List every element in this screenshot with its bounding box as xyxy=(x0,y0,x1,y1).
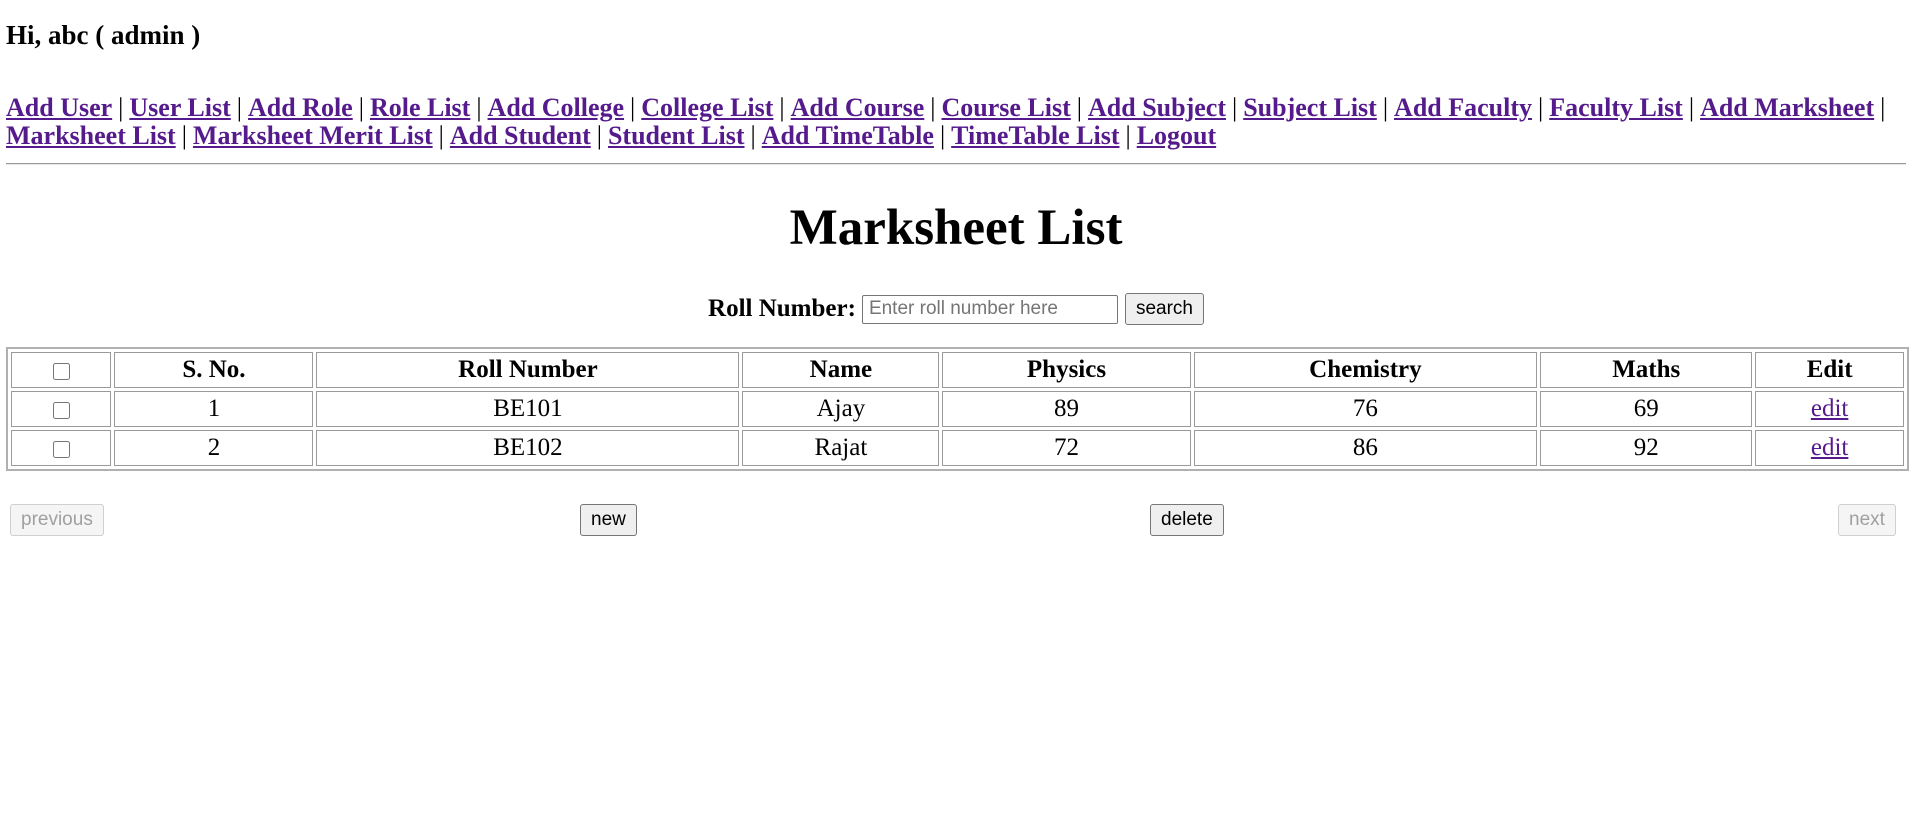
nav-separator: | xyxy=(1880,93,1886,122)
cell-physics: 72 xyxy=(942,430,1191,466)
header-physics: Physics xyxy=(942,352,1191,388)
nav-course-list[interactable]: Course List xyxy=(942,93,1071,122)
cell-name: Rajat xyxy=(742,430,940,466)
nav-separator: | xyxy=(476,93,482,122)
nav-subject-list[interactable]: Subject List xyxy=(1243,93,1377,122)
row-select-cell xyxy=(11,430,112,466)
nav-add-marksheet[interactable]: Add Marksheet xyxy=(1700,93,1874,122)
header-sno: S. No. xyxy=(114,352,314,388)
nav-add-subject[interactable]: Add Subject xyxy=(1088,93,1226,122)
table-header-row: S. No. Roll Number Name Physics Chemistr… xyxy=(11,352,1904,388)
nav-faculty-list[interactable]: Faculty List xyxy=(1549,93,1683,122)
nav-add-role[interactable]: Add Role xyxy=(248,93,353,122)
cell-edit: edit xyxy=(1755,430,1904,466)
edit-link[interactable]: edit xyxy=(1811,434,1849,461)
nav-role-list[interactable]: Role List xyxy=(370,93,470,122)
header-edit: Edit xyxy=(1755,352,1904,388)
search-bar: Roll Number: search xyxy=(6,291,1906,327)
cell-maths: 92 xyxy=(1540,430,1753,466)
cell-edit: edit xyxy=(1755,391,1904,427)
table-row: 1 BE101 Ajay 89 76 69 edit xyxy=(11,391,1904,427)
nav-add-user[interactable]: Add User xyxy=(6,93,112,122)
nav-separator: | xyxy=(750,121,756,150)
greeting: Hi, abc ( admin ) xyxy=(6,20,201,50)
nav-add-course[interactable]: Add Course xyxy=(791,93,925,122)
nav-separator: | xyxy=(1125,121,1131,150)
header-chemistry: Chemistry xyxy=(1193,352,1538,388)
cell-name: Ajay xyxy=(742,391,940,427)
next-button[interactable]: next xyxy=(1838,504,1896,536)
header-name: Name xyxy=(742,352,940,388)
marksheet-table: S. No. Roll Number Name Physics Chemistr… xyxy=(6,347,1909,471)
page-title: Marksheet List xyxy=(789,200,1123,256)
nav-student-list[interactable]: Student List xyxy=(608,121,745,150)
cell-chemistry: 86 xyxy=(1193,430,1538,466)
select-all-cell xyxy=(11,352,112,388)
nav-separator: | xyxy=(181,121,187,150)
top-nav: Add User | User List | Add Role | Role List | Ad… xyxy=(6,94,1906,150)
cell-chemistry: 76 xyxy=(1193,391,1538,427)
nav-timetable-list[interactable]: TimeTable List xyxy=(951,121,1119,150)
cell-roll-number: BE102 xyxy=(316,430,740,466)
new-button[interactable]: new xyxy=(580,504,637,536)
nav-separator: | xyxy=(930,93,936,122)
nav-add-student[interactable]: Add Student xyxy=(450,121,591,150)
nav-separator: | xyxy=(236,93,242,122)
pagination-bar: previous new delete next xyxy=(6,504,1906,538)
cell-sno: 2 xyxy=(114,430,314,466)
header-maths: Maths xyxy=(1540,352,1753,388)
nav-user-list[interactable]: User List xyxy=(129,93,230,122)
nav-separator: | xyxy=(1688,93,1695,122)
edit-link[interactable]: edit xyxy=(1811,395,1849,422)
cell-sno: 1 xyxy=(114,391,314,427)
search-label: Roll Number: xyxy=(708,295,856,322)
nav-separator: | xyxy=(1076,93,1082,122)
row-checkbox[interactable] xyxy=(52,401,70,419)
nav-separator: | xyxy=(1538,93,1544,122)
delete-button[interactable]: delete xyxy=(1150,504,1224,536)
nav-separator: | xyxy=(438,121,444,150)
select-all-checkbox[interactable] xyxy=(52,362,70,380)
nav-separator: | xyxy=(939,121,946,150)
divider xyxy=(6,163,1906,165)
nav-college-list[interactable]: College List xyxy=(641,93,773,122)
nav-add-faculty[interactable]: Add Faculty xyxy=(1394,93,1532,122)
row-checkbox[interactable] xyxy=(52,440,70,458)
table-row: 2 BE102 Rajat 72 86 92 edit xyxy=(11,430,1904,466)
search-button[interactable]: search xyxy=(1124,293,1204,325)
roll-number-input[interactable] xyxy=(861,294,1118,324)
nav-separator: | xyxy=(596,121,602,150)
previous-button[interactable]: previous xyxy=(10,504,104,536)
nav-marksheet-list[interactable]: Marksheet List xyxy=(6,121,176,150)
nav-marksheet-merit-list[interactable]: Marksheet Merit List xyxy=(193,121,433,150)
nav-separator: | xyxy=(779,93,785,122)
cell-physics: 89 xyxy=(942,391,1191,427)
header-roll-number: Roll Number xyxy=(316,352,740,388)
cell-maths: 69 xyxy=(1540,391,1753,427)
nav-separator: | xyxy=(118,93,124,122)
nav-add-timetable[interactable]: Add TimeTable xyxy=(762,121,934,150)
row-select-cell xyxy=(11,391,112,427)
nav-separator: | xyxy=(1382,93,1389,122)
cell-roll-number: BE101 xyxy=(316,391,740,427)
nav-add-college[interactable]: Add College xyxy=(488,93,625,122)
nav-separator: | xyxy=(1231,93,1238,122)
nav-separator: | xyxy=(630,93,636,122)
nav-logout[interactable]: Logout xyxy=(1137,121,1216,150)
nav-separator: | xyxy=(358,93,364,122)
